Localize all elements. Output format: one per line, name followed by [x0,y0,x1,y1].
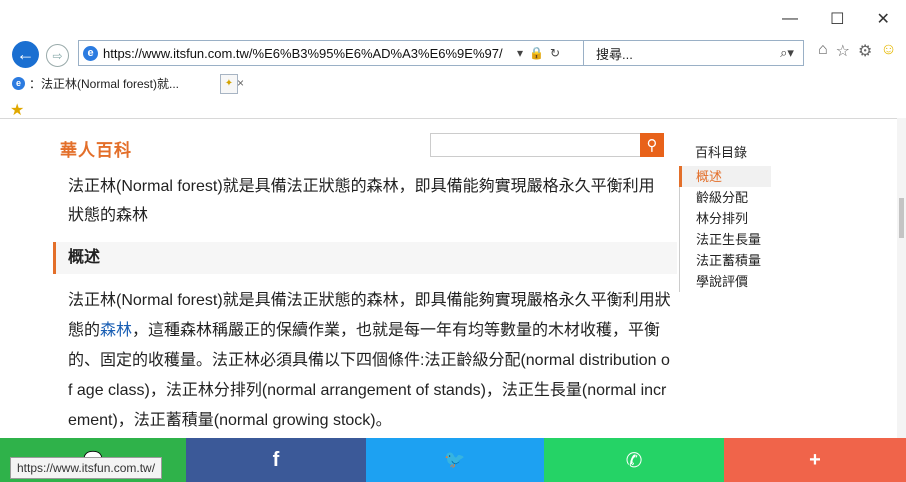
toc-item[interactable]: 學說評價 [680,271,779,292]
tab-title: ：法正林(Normal forest)就... [29,76,180,91]
scrollbar-thumb[interactable] [899,198,904,238]
url-text[interactable]: https://www.itsfun.com.tw/%E6%B3%95%E6%A… [103,46,513,61]
more-share-button[interactable]: + [724,438,906,482]
tab-close-icon[interactable]: × [237,76,244,90]
toc-title: 百科目錄 [695,145,748,160]
lock-icon[interactable]: 🔒 [529,46,544,60]
ie-icon: e [83,45,98,61]
toc-item[interactable]: 林分排列 [680,208,779,229]
favorites-star-icon[interactable]: ☆ [836,41,850,61]
address-bar[interactable]: e https://www.itsfun.com.tw/%E6%B3%95%E6… [78,40,584,66]
address-tools: ▾ 🔒 ↻ [517,46,560,60]
twitter-icon: 🐦 [444,450,466,469]
toc-item[interactable]: 法正蓄積量 [680,250,779,271]
smiley-icon[interactable]: ☺ [880,41,896,61]
section-body: 法正林(Normal forest)就是具備法正狀態的森林，即具備能夠實現嚴格永… [68,286,672,436]
toc-item[interactable]: 齡級分配 [680,187,779,208]
gear-icon[interactable]: ⚙ [858,41,872,61]
section-text-part: ，這種森林稱嚴正的保續作業，也就是每一年有均等數量的木材收穫，平衡的、固定的收穫… [68,322,670,429]
search-icon[interactable]: ⌕▾ [771,45,803,61]
facebook-icon: f [272,448,280,471]
forward-button[interactable]: ⇨ [46,44,69,67]
toolbar-icons: ⌂ ☆ ⚙ ☺ [818,41,897,61]
toc-item[interactable]: 法正生長量 [680,229,779,250]
whatsapp-button[interactable]: ✆ [544,438,724,482]
status-url-tooltip: https://www.itsfun.com.tw/ [10,457,163,479]
tab-ie-icon: e [12,76,25,90]
site-logo[interactable]: 華人百科 [60,136,132,161]
intro-text: 法正林(Normal forest)就是具備法正狀態的森林，即具備能夠實現嚴格永… [68,178,655,224]
back-button[interactable]: ← [12,41,39,68]
new-tab-button[interactable]: ✦ [220,74,238,94]
whatsapp-icon: ✆ [625,449,643,472]
section-heading: 概述 [53,242,677,274]
dropdown-icon[interactable]: ▾ [517,46,523,60]
browser-search[interactable]: 搜尋... ⌕▾ [584,40,804,66]
site-search-button[interactable]: ⚲ [640,133,664,157]
window-controls: — ☐ ✕ [766,6,906,32]
plus-icon: + [809,448,821,471]
chrome-divider [0,118,906,119]
close-window-button[interactable]: ✕ [877,9,890,29]
forest-link[interactable]: 森林 [100,322,132,339]
refresh-icon[interactable]: ↻ [550,46,560,60]
home-icon[interactable]: ⌂ [818,41,828,61]
site-search-input[interactable] [430,133,664,157]
toc-item[interactable]: 概述 [679,166,771,187]
minimize-button[interactable]: — [782,10,798,28]
browser-tab[interactable]: e ：法正林(Normal forest)就... × [12,72,244,94]
favorites-bar-icon[interactable]: ★ [10,100,24,120]
scrollbar[interactable] [897,118,906,438]
twitter-button[interactable]: 🐦 [366,438,544,482]
facebook-button[interactable]: f [186,438,366,482]
search-placeholder[interactable]: 搜尋... [596,44,771,63]
table-of-contents: 百科目錄 概述 齡級分配 林分排列 法正生長量 法正蓄積量 學說評價 [679,140,779,292]
toc-list: 概述 齡級分配 林分排列 法正生長量 法正蓄積量 學說評價 [679,166,779,292]
maximize-button[interactable]: ☐ [830,9,844,29]
